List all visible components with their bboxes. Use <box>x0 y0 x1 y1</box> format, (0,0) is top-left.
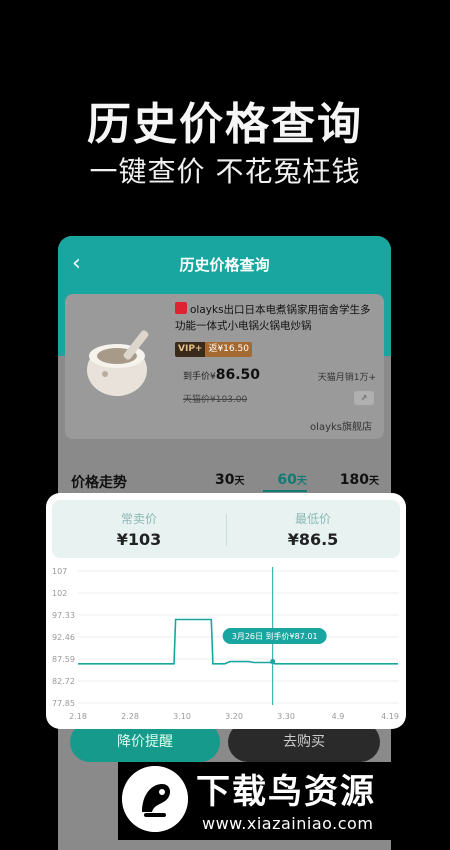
product-image <box>87 330 149 396</box>
nav-bar: ‹ 历史价格查询 <box>58 236 391 294</box>
x-tick-label: 3.30 <box>277 712 295 721</box>
x-tick-label: 4.19 <box>381 712 399 721</box>
cursor-point <box>270 659 276 665</box>
nav-title: 历史价格查询 <box>179 256 270 274</box>
hero-title: 历史价格查询 <box>87 99 363 150</box>
y-tick-label: 97.33 <box>52 611 75 620</box>
original-price: 天猫价¥103.00 <box>183 395 248 405</box>
y-tick-label: 92.46 <box>52 633 75 642</box>
final-price: 到手价¥86.50 <box>183 367 261 383</box>
y-tick-label: 107 <box>52 567 67 576</box>
price-chart-card: 常卖价 ¥103 最低价 ¥86.5 107 102 97.33 92.46 87.59… <box>46 493 406 729</box>
tab-30-days[interactable]: 30天 <box>201 472 244 488</box>
product-title: olayks出口日本电煮锅家用宿舍学生多功能一体式小电锅火锅电炒锅 <box>175 302 375 334</box>
product-title-text: olayks出口日本电煮锅家用宿舍学生多功能一体式小电锅火锅电炒锅 <box>175 304 371 332</box>
price-trend-chart[interactable]: 107 102 97.33 92.46 87.59 82.72 77.85 2.18 2.28 3… <box>46 493 406 729</box>
store-name[interactable]: olayks旗舰店 <box>310 418 372 433</box>
tab-180-days[interactable]: 180天 <box>326 472 379 488</box>
x-tick-label: 2.28 <box>121 712 139 721</box>
tooltip-text: 3月26日 到手价¥87.01 <box>232 631 318 641</box>
x-tick-label: 4.9 <box>332 712 345 721</box>
watermark: 下载鸟资源 www.xiazainiao.com <box>118 762 432 840</box>
hero-subtitle: 一键查价 不花冤枉钱 <box>89 155 361 188</box>
monthly-sales: 天猫月销1万+ <box>317 373 376 383</box>
watermark-title: 下载鸟资源 <box>196 772 376 812</box>
y-tick-label: 87.59 <box>52 655 75 664</box>
x-tick-label: 2.18 <box>69 712 87 721</box>
y-tick-label: 102 <box>52 589 67 598</box>
tab-60-days[interactable]: 60天 <box>263 472 307 492</box>
share-icon[interactable]: ⇗ <box>354 391 374 405</box>
bird-logo-icon <box>122 766 188 832</box>
x-tick-label: 3.10 <box>173 712 191 721</box>
y-tick-label: 77.85 <box>52 699 75 708</box>
y-tick-label: 82.72 <box>52 677 75 686</box>
watermark-url: www.xiazainiao.com <box>202 814 374 833</box>
period-tabs: 30天 60天 180天 <box>187 472 379 492</box>
vip-badge: VIP+ 返¥16.50 <box>175 342 252 357</box>
product-card[interactable]: olayks出口日本电煮锅家用宿舍学生多功能一体式小电锅火锅电炒锅 VIP+ 返¥… <box>65 294 384 439</box>
trend-label: 价格走势 <box>71 475 127 491</box>
tmall-icon <box>175 302 187 314</box>
x-tick-label: 3.20 <box>225 712 243 721</box>
